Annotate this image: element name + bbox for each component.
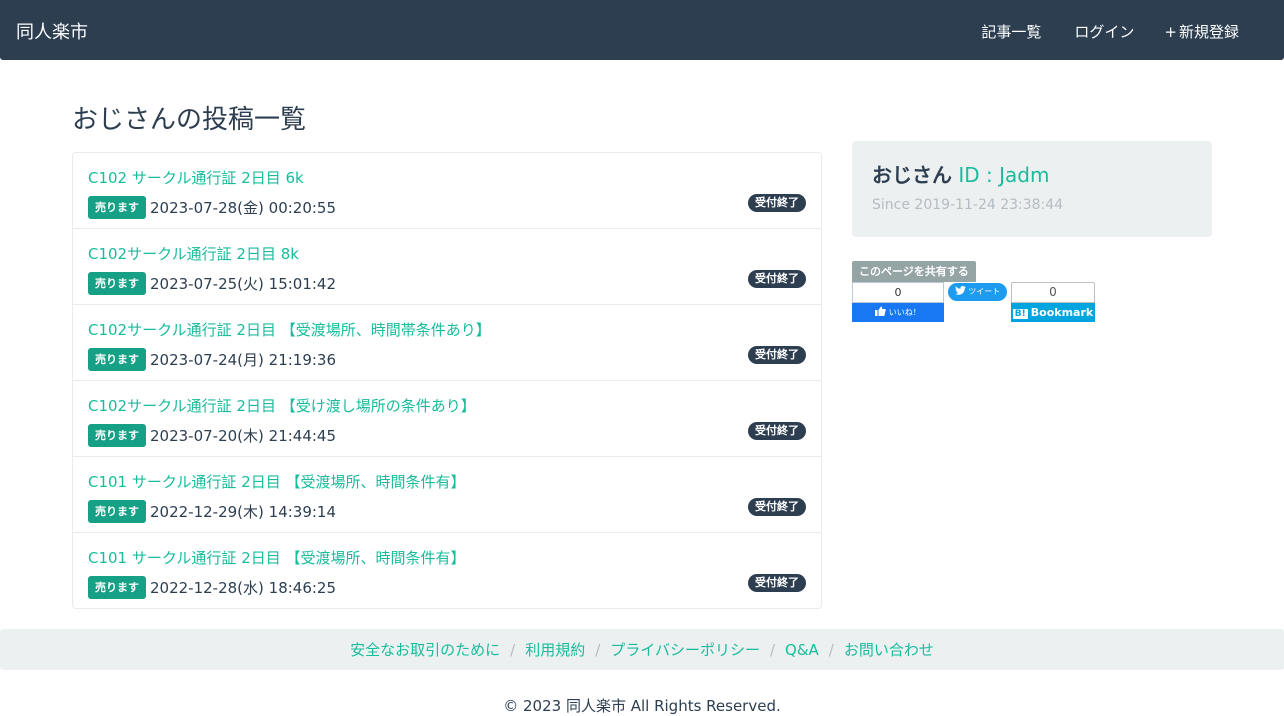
hatena-bookmark-icon: B! <box>1012 309 1028 319</box>
post-title-link[interactable]: C102 サークル通行証 2日目 6k <box>88 167 304 188</box>
list-item: C102サークル通行証 2日目 【受け渡し場所の条件あり】 売ります 2023-… <box>73 381 821 457</box>
post-title-link[interactable]: C102サークル通行証 2日目 8k <box>88 243 299 264</box>
footer-link-qa[interactable]: Q&A <box>785 641 819 659</box>
footer-link-privacy[interactable]: プライバシーポリシー <box>610 639 760 660</box>
profile-since: Since 2019-11-24 23:38:44 <box>872 197 1063 213</box>
post-date: 2023-07-28(金) 00:20:55 <box>150 199 337 217</box>
hatena-bookmark-button[interactable]: B! Bookmark <box>1011 303 1095 322</box>
twitter-bird-icon <box>954 286 966 295</box>
facebook-like-label: いいね！ <box>888 308 921 317</box>
post-title-link[interactable]: C101 サークル通行証 2日目 【受渡場所、時間条件有】 <box>88 471 466 492</box>
profile-name-line: おじさん ID : Jadm <box>872 159 1049 188</box>
brand-logo[interactable]: 同人楽市 <box>16 18 88 44</box>
facebook-like-widget[interactable]: 0 いいね！ <box>852 282 944 322</box>
post-title-link[interactable]: C102サークル通行証 2日目 【受渡場所、時間帯条件あり】 <box>88 319 491 340</box>
nav-item-label: 新規登録 <box>1178 23 1239 41</box>
profile-name: おじさん <box>872 163 952 187</box>
page-title: おじさんの投稿一覧 <box>72 105 307 135</box>
status-badge: 受付終了 <box>748 270 806 288</box>
post-title-link[interactable]: C101 サークル通行証 2日目 【受渡場所、時間条件有】 <box>88 547 466 568</box>
share-label: このページを共有する <box>852 261 976 282</box>
footer-link-terms[interactable]: 利用規約 <box>525 639 585 660</box>
post-date: 2022-12-28(水) 18:46:25 <box>150 579 337 597</box>
status-badge: 受付終了 <box>748 422 806 440</box>
nav-item-login[interactable]: ログイン <box>1071 21 1134 42</box>
status-badge: 受付終了 <box>748 498 806 516</box>
footer-link-contact[interactable]: お問い合わせ <box>844 639 934 660</box>
sell-badge: 売ります <box>88 500 146 523</box>
navbar: 同人楽市 記事一覧 ログイン + 新規登録 <box>0 0 1284 60</box>
status-badge: 受付終了 <box>748 194 806 212</box>
hatena-count: 0 <box>1011 282 1095 303</box>
post-date: 2023-07-20(木) 21:44:45 <box>150 427 337 445</box>
nav-item-label: ログイン <box>1074 23 1135 41</box>
status-badge: 受付終了 <box>748 574 806 592</box>
sell-badge: 売ります <box>88 272 146 295</box>
nav-menu: 記事一覧 ログイン + 新規登録 <box>978 21 1239 42</box>
footer-separator: / <box>828 640 834 659</box>
footer-link-safety[interactable]: 安全なお取引のために <box>350 639 500 660</box>
sell-badge: 売ります <box>88 576 146 599</box>
tweet-button[interactable]: ツイート <box>948 283 1007 301</box>
nav-item-articles[interactable]: 記事一覧 <box>978 21 1041 42</box>
list-item: C102サークル通行証 2日目 8k 売ります 2023-07-25(火) 15… <box>73 229 821 305</box>
plus-icon: + <box>1164 22 1177 41</box>
profile-id: ID : Jadm <box>952 163 1050 187</box>
post-date: 2023-07-24(月) 21:19:36 <box>150 351 337 369</box>
post-date: 2022-12-29(木) 14:39:14 <box>150 503 337 521</box>
footer-separator: / <box>769 640 776 659</box>
post-date: 2023-07-25(火) 15:01:42 <box>150 275 337 293</box>
status-badge: 受付終了 <box>748 346 806 364</box>
list-item: C102 サークル通行証 2日目 6k 売ります 2023-07-28(金) 0… <box>73 153 821 229</box>
post-list: C102 サークル通行証 2日目 6k 売ります 2023-07-28(金) 0… <box>72 152 822 609</box>
list-item: C101 サークル通行証 2日目 【受渡場所、時間条件有】 売ります 2022-… <box>73 457 821 533</box>
nav-item-register[interactable]: + 新規登録 <box>1164 21 1239 42</box>
copyright: © 2023 同人楽市 All Rights Reserved. <box>503 697 781 715</box>
list-item: C101 サークル通行証 2日目 【受渡場所、時間条件有】 売ります 2022-… <box>73 533 821 609</box>
profile-card: おじさん ID : Jadm Since 2019-11-24 23:38:44 <box>852 141 1212 237</box>
footer-links: 安全なお取引のために / 利用規約 / プライバシーポリシー / Q&A / お… <box>0 629 1284 670</box>
sell-badge: 売ります <box>88 348 146 371</box>
list-item: C102サークル通行証 2日目 【受渡場所、時間帯条件あり】 売ります 2023… <box>73 305 821 381</box>
sell-badge: 売ります <box>88 196 146 219</box>
facebook-count: 0 <box>852 282 944 303</box>
profile-since-text: Since 2019-11-24 23:38:44 <box>872 197 1064 213</box>
post-title-link[interactable]: C102サークル通行証 2日目 【受け渡し場所の条件あり】 <box>88 395 476 416</box>
nav-item-label: 記事一覧 <box>981 23 1042 41</box>
sell-badge: 売ります <box>88 424 146 447</box>
hatena-bookmark-widget[interactable]: 0 B! Bookmark <box>1011 282 1095 322</box>
footer-separator: / <box>595 640 601 659</box>
thumbs-up-icon <box>875 306 886 316</box>
hatena-bookmark-label: Bookmark <box>1030 306 1094 319</box>
footer-separator: / <box>510 640 516 659</box>
tweet-label: ツイート <box>968 287 1001 296</box>
facebook-like-button[interactable]: いいね！ <box>852 303 944 322</box>
